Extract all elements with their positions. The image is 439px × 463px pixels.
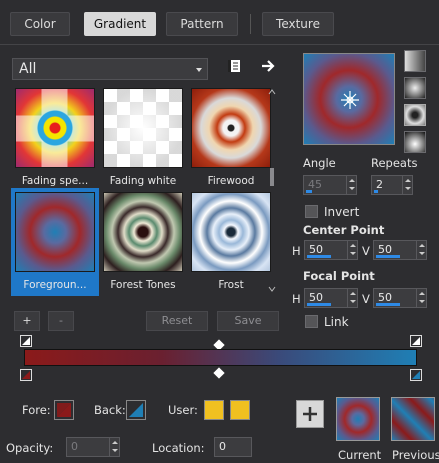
tab-pattern[interactable]: Pattern xyxy=(166,12,238,36)
link-label: Link xyxy=(324,315,349,329)
repeats-slider[interactable] xyxy=(374,190,378,193)
style-radial-button[interactable] xyxy=(404,131,426,153)
center-h-slider[interactable] xyxy=(307,255,331,258)
focal-h-label: H xyxy=(292,292,301,306)
tab-color[interactable]: Color xyxy=(10,12,70,36)
focal-h-input[interactable]: 50 xyxy=(304,288,358,308)
location-label: Location: xyxy=(152,441,205,455)
back-swatch[interactable] xyxy=(126,400,146,420)
gradient-bar[interactable] xyxy=(24,349,417,366)
angle-slider[interactable] xyxy=(306,190,312,193)
gradient-thumb-foreground-background[interactable] xyxy=(15,192,95,272)
category-dropdown[interactable]: All xyxy=(12,58,208,80)
gradient-thumb-fading-spectrum[interactable] xyxy=(15,88,95,168)
invert-label: Invert xyxy=(324,205,360,219)
color-midpoint[interactable] xyxy=(213,367,225,379)
save-button[interactable]: Save xyxy=(217,311,279,331)
add-gradient-button[interactable]: + xyxy=(14,311,40,331)
fore-swatch[interactable] xyxy=(54,400,74,420)
gradient-label: Frost xyxy=(218,279,244,291)
previous-label: Previous xyxy=(392,448,439,462)
user-swatch-1[interactable] xyxy=(204,400,224,420)
focal-v-label: V xyxy=(362,292,370,306)
gradient-label: Forest Tones xyxy=(110,279,176,291)
gradient-thumb-fading-white[interactable] xyxy=(103,88,183,168)
gradient-thumb-forest-tones[interactable] xyxy=(103,192,183,272)
focal-point-label: Focal Point xyxy=(303,269,375,283)
gradient-label: Foregroun... xyxy=(23,279,87,291)
focal-v-input[interactable]: 50 xyxy=(373,288,427,308)
center-v-slider[interactable] xyxy=(376,255,400,258)
center-h-spinner-icon[interactable] xyxy=(347,241,357,259)
tab-divider xyxy=(0,44,439,45)
list-scrollbar[interactable] xyxy=(267,88,277,293)
location-value: 0 xyxy=(219,440,226,453)
opacity-stop-right[interactable] xyxy=(410,335,422,347)
gradient-label: Firewood xyxy=(207,175,255,187)
invert-checkbox[interactable] xyxy=(305,205,318,218)
repeats-input[interactable]: 2 xyxy=(371,175,413,195)
center-h-label: H xyxy=(292,244,301,258)
focal-v-spinner-icon[interactable] xyxy=(416,289,426,307)
gradient-thumb-frost[interactable] xyxy=(191,192,271,272)
book-icon[interactable] xyxy=(226,58,242,74)
gradient-label: Fading white xyxy=(109,175,177,187)
add-icon[interactable] xyxy=(296,400,324,428)
gradient-label: Fading spe... xyxy=(21,175,89,187)
opacity-spinner-icon[interactable] xyxy=(109,438,119,456)
opacity-value: 0 xyxy=(71,440,78,453)
angle-spinner-icon[interactable] xyxy=(346,176,356,194)
link-checkbox[interactable] xyxy=(305,315,318,328)
tab-texture[interactable]: Texture xyxy=(262,12,334,36)
chevron-down-icon xyxy=(196,68,202,72)
repeats-label: Repeats xyxy=(371,156,418,170)
remove-gradient-button[interactable]: - xyxy=(48,311,74,331)
location-input[interactable]: 0 xyxy=(214,437,252,457)
arrow-right-icon[interactable] xyxy=(261,59,277,73)
tab-separator xyxy=(250,14,251,34)
focal-v-slider[interactable] xyxy=(376,303,400,306)
color-stop-left[interactable] xyxy=(20,369,32,381)
focal-h-spinner-icon[interactable] xyxy=(347,289,357,307)
opacity-label: Opacity: xyxy=(6,441,54,455)
user-label: User: xyxy=(168,403,198,417)
category-value: All xyxy=(19,61,37,77)
center-v-spinner-icon[interactable] xyxy=(416,241,426,259)
gradient-list: Fading spe... Fading white Firewood Fore… xyxy=(10,86,271,296)
focal-h-slider[interactable] xyxy=(307,303,331,306)
fore-label: Fore: xyxy=(22,403,51,417)
gradient-thumb-firewood[interactable] xyxy=(191,88,271,168)
center-v-label: V xyxy=(362,244,370,258)
center-point-label: Center Point xyxy=(303,223,385,237)
style-linear-button[interactable] xyxy=(404,50,426,72)
repeats-spinner-icon[interactable] xyxy=(402,176,412,194)
previous-gradient-swatch[interactable] xyxy=(391,397,435,441)
gradient-preview[interactable] xyxy=(303,53,395,145)
opacity-stop-left[interactable] xyxy=(20,335,32,347)
user-swatch-2[interactable] xyxy=(230,400,250,420)
angle-label: Angle xyxy=(303,156,336,170)
center-h-input[interactable]: 50 xyxy=(304,240,358,260)
tab-gradient[interactable]: Gradient xyxy=(84,12,156,36)
current-label: Current xyxy=(338,448,382,462)
reset-button[interactable]: Reset xyxy=(146,311,208,331)
angle-input[interactable]: 45 xyxy=(303,175,357,195)
color-stop-right[interactable] xyxy=(410,369,422,381)
opacity-input[interactable]: 0 xyxy=(66,437,120,457)
current-gradient-swatch[interactable] xyxy=(336,397,380,441)
style-sunburst-button[interactable] xyxy=(404,104,426,126)
back-label: Back: xyxy=(94,403,126,417)
style-rectangular-button[interactable] xyxy=(404,77,426,99)
center-v-input[interactable]: 50 xyxy=(373,240,427,260)
reset-crosshair-icon[interactable] xyxy=(340,90,360,110)
